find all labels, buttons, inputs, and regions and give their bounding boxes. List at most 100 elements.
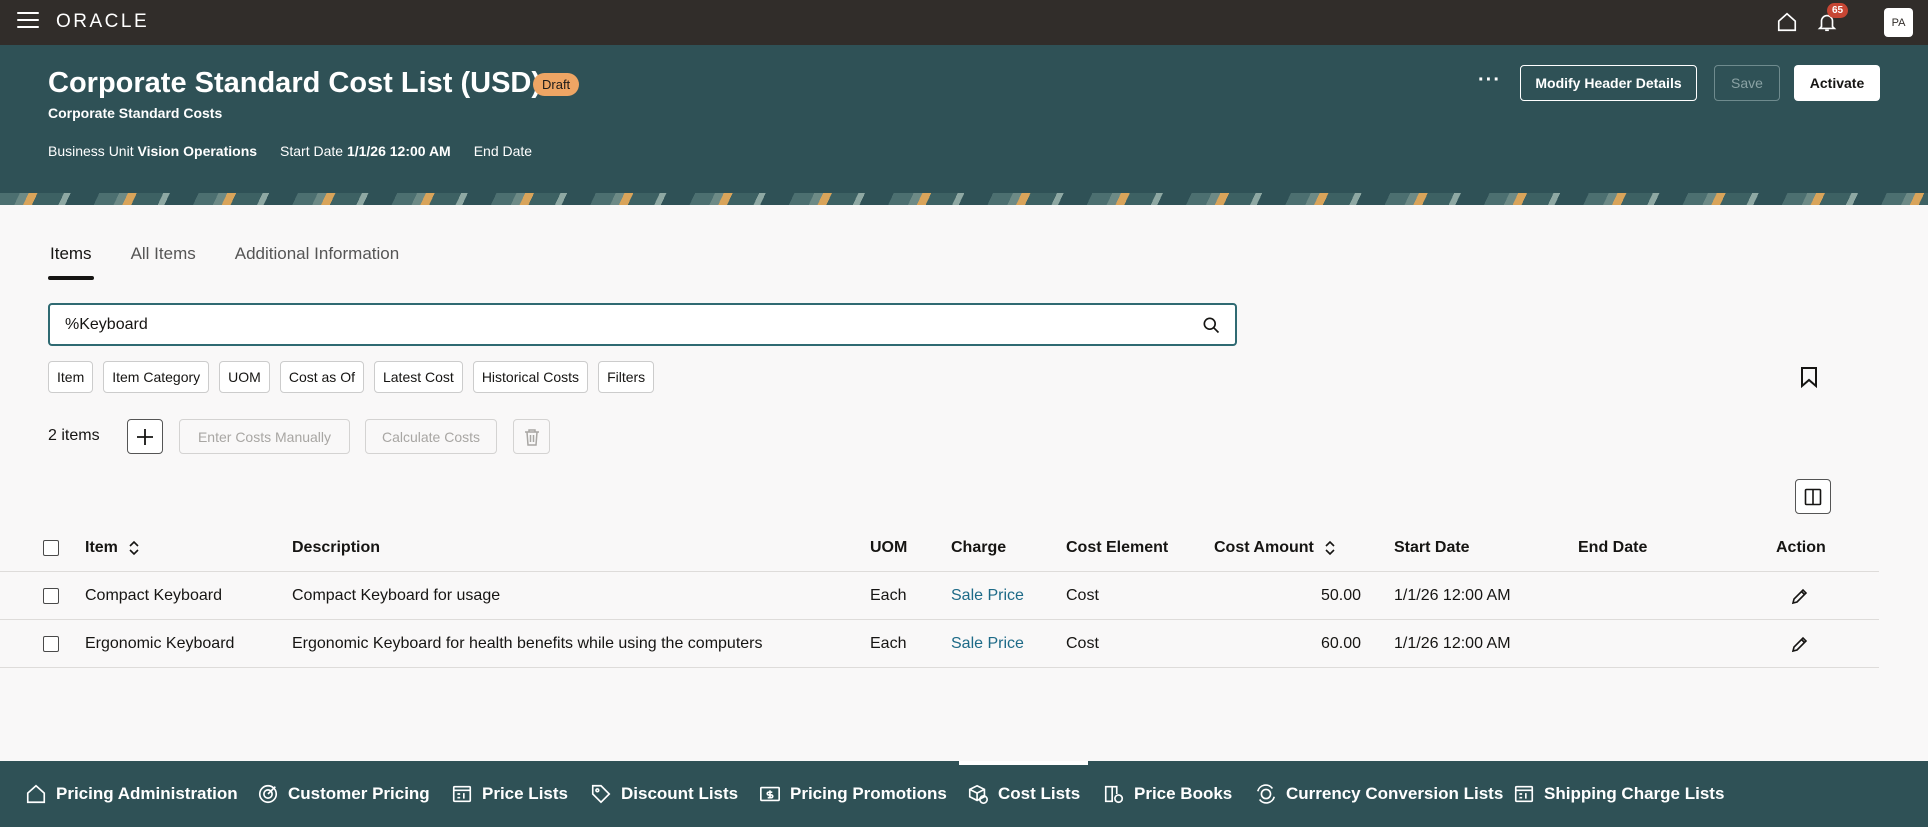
edit-button[interactable]	[1791, 620, 1809, 667]
nav-currency-conversion-lists[interactable]: Currency Conversion Lists	[1255, 761, 1503, 827]
column-header-item[interactable]: Item	[85, 525, 140, 571]
home-icon[interactable]	[1773, 8, 1801, 36]
cell-start-date: 1/1/26 12:00 AM	[1394, 634, 1511, 652]
nav-pricing-administration[interactable]: Pricing Administration	[25, 761, 238, 827]
filter-chip-latest-cost[interactable]: Latest Cost	[373, 361, 463, 393]
select-all-checkbox[interactable]	[43, 540, 59, 556]
cell-description: Compact Keyboard for usage	[292, 586, 501, 604]
columns-icon	[1804, 488, 1822, 505]
filter-chip-filters[interactable]: Filters	[598, 361, 655, 393]
column-header-action: Action	[1776, 539, 1826, 556]
nav-label: Customer Pricing	[288, 784, 430, 803]
search-icon[interactable]	[1201, 315, 1221, 335]
modify-header-details-button[interactable]: Modify Header Details	[1520, 65, 1697, 101]
nav-price-books[interactable]: Price Books	[1103, 761, 1232, 827]
nav-label: Currency Conversion Lists	[1286, 784, 1504, 803]
search-input[interactable]	[65, 316, 1165, 334]
add-button[interactable]	[127, 419, 163, 454]
target-icon	[258, 784, 278, 804]
filter-chip-cost-as-of[interactable]: Cost as Of	[279, 361, 364, 393]
notifications-button[interactable]: 65	[1813, 3, 1849, 36]
column-header-description: Description	[292, 539, 381, 556]
save-button[interactable]: Save	[1714, 65, 1780, 101]
plus-icon	[137, 428, 153, 445]
trash-icon	[524, 428, 539, 446]
enter-costs-manually-button[interactable]: Enter Costs Manually	[179, 419, 350, 454]
table-row[interactable]: Ergonomic Keyboard Ergonomic Keyboard fo…	[0, 620, 1879, 668]
delete-button[interactable]	[513, 419, 550, 454]
nav-label: Price Books	[1134, 784, 1233, 803]
cell-description: Ergonomic Keyboard for health benefits w…	[292, 634, 763, 652]
column-header-start-date: Start Date	[1394, 539, 1470, 556]
business-unit-label: Business Unit	[48, 143, 134, 159]
header-decorative-pattern	[0, 193, 1928, 205]
nav-label: Pricing Promotions	[790, 784, 947, 803]
cell-cost-amount: 60.00	[1320, 634, 1361, 652]
filter-chip-uom[interactable]: UOM	[219, 361, 270, 393]
cell-charge-link[interactable]: Sale Price	[951, 572, 1024, 619]
book-icon	[1104, 785, 1124, 804]
nav-label: Discount Lists	[621, 784, 739, 803]
tab-all-items[interactable]: All Items	[131, 244, 196, 280]
cell-start-date: 1/1/26 12:00 AM	[1394, 586, 1511, 604]
tab-additional-information[interactable]: Additional Information	[235, 244, 399, 280]
price-list-icon	[452, 785, 472, 803]
activate-button[interactable]: Activate	[1794, 65, 1880, 101]
filter-chip-historical-costs[interactable]: Historical Costs	[472, 361, 589, 393]
page-header: Corporate Standard Cost List (USD) Draft…	[0, 45, 1928, 205]
row-checkbox[interactable]	[43, 635, 59, 652]
dollar-bill-icon	[760, 786, 780, 802]
oracle-logo[interactable]: ORACLE	[56, 11, 149, 33]
nav-cost-lists[interactable]: Cost Lists	[958, 761, 1089, 827]
cost-items-table: Item Description UOM Charge Cost Element…	[0, 525, 1879, 668]
columns-button[interactable]	[1795, 479, 1831, 514]
nav-label: Cost Lists	[998, 784, 1081, 803]
tab-bar: Items All Items Additional Information	[48, 244, 438, 280]
bottom-navigation: Pricing Administration Customer Pricing …	[0, 761, 1928, 827]
tag-icon	[591, 784, 611, 804]
cell-charge-link[interactable]: Sale Price	[951, 620, 1024, 667]
table-header-row: Item Description UOM Charge Cost Element…	[0, 525, 1879, 572]
column-header-item-label: Item	[85, 539, 118, 556]
more-actions-button[interactable]: ···	[1478, 69, 1501, 92]
bookmark-icon[interactable]	[1800, 366, 1818, 388]
edit-button[interactable]	[1791, 572, 1809, 619]
sort-icon[interactable]	[128, 540, 140, 556]
page-title: Corporate Standard Cost List (USD)	[48, 67, 542, 99]
sort-icon[interactable]	[1324, 540, 1336, 556]
pencil-icon	[1791, 588, 1808, 604]
business-unit: Business Unit Vision Operations	[48, 143, 257, 159]
column-header-cost-element: Cost Element	[1066, 539, 1169, 556]
nav-shipping-charge-lists[interactable]: Shipping Charge Lists	[1513, 761, 1724, 827]
column-header-cost-amount-label: Cost Amount	[1214, 539, 1314, 556]
nav-discount-lists[interactable]: Discount Lists	[590, 761, 738, 827]
calculate-costs-button[interactable]: Calculate Costs	[365, 419, 497, 454]
column-header-end-date: End Date	[1578, 539, 1648, 556]
row-checkbox[interactable]	[43, 587, 59, 604]
shipping-list-icon	[1514, 785, 1534, 803]
column-header-charge: Charge	[951, 539, 1007, 556]
global-header: ORACLE 65 PA	[0, 0, 1928, 45]
table-row[interactable]: Compact Keyboard Compact Keyboard for us…	[0, 572, 1879, 620]
notification-count-badge: 65	[1827, 3, 1849, 18]
start-date-value: 1/1/26 12:00 AM	[346, 143, 451, 159]
cell-uom: Each	[870, 634, 907, 652]
filter-chip-item-category[interactable]: Item Category	[103, 361, 210, 393]
menu-icon[interactable]	[17, 12, 39, 30]
cell-cost-amount: 50.00	[1320, 586, 1361, 604]
start-date: Start Date 1/1/26 12:00 AM	[280, 143, 451, 159]
cost-box-icon	[968, 784, 988, 804]
cell-cost-element: Cost	[1066, 586, 1099, 604]
tab-items[interactable]: Items	[48, 244, 94, 280]
nav-pricing-promotions[interactable]: Pricing Promotions	[759, 761, 947, 827]
nav-price-lists[interactable]: Price Lists	[451, 761, 568, 827]
user-avatar[interactable]: PA	[1884, 8, 1913, 37]
cell-item: Compact Keyboard	[85, 586, 222, 604]
nav-label: Pricing Administration	[56, 784, 238, 803]
end-date-label: End Date	[473, 143, 533, 159]
filter-chips: Item Item Category UOM Cost as Of Latest…	[48, 361, 664, 393]
nav-customer-pricing[interactable]: Customer Pricing	[257, 761, 430, 827]
currency-icon	[1256, 784, 1276, 804]
filter-chip-item[interactable]: Item	[48, 361, 94, 393]
column-header-cost-amount[interactable]: Cost Amount	[1214, 525, 1336, 571]
